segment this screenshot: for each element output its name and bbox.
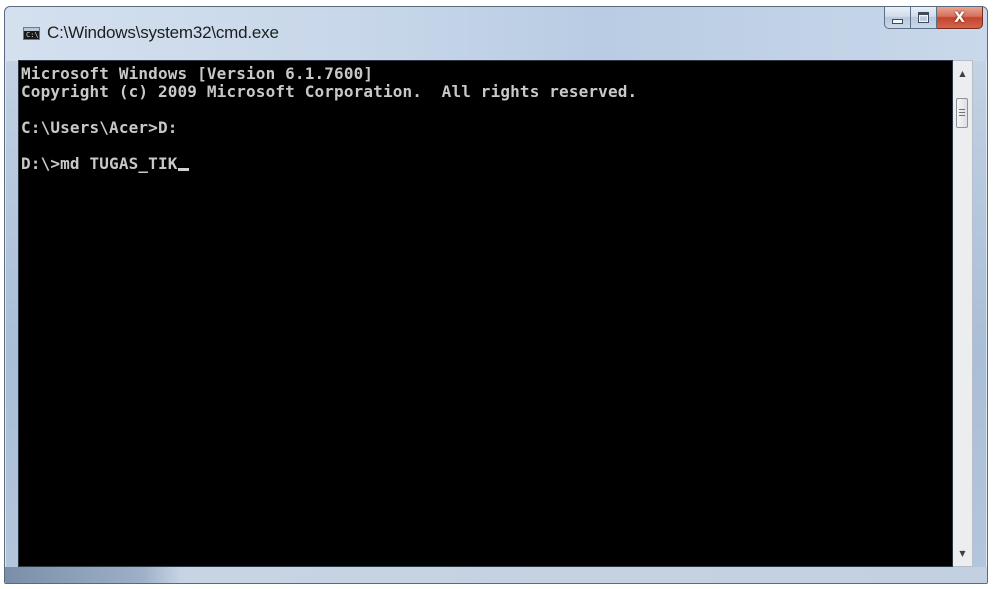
thumb-grip-line	[959, 115, 965, 116]
maximize-button[interactable]	[911, 7, 937, 29]
scroll-thumb[interactable]	[956, 98, 968, 128]
window-title: C:\Windows\system32\cmd.exe	[47, 23, 279, 42]
scroll-down-arrow-icon[interactable]: ▼	[953, 545, 972, 562]
close-button[interactable]: X	[937, 7, 983, 29]
vertical-scrollbar[interactable]: ▲ ▼	[953, 60, 973, 567]
cmd-icon[interactable]: C:\	[23, 27, 40, 40]
window-bottom-frame[interactable]	[5, 567, 987, 583]
close-icon: X	[954, 9, 965, 26]
console-line-prompt-c: C:\Users\Acer>D:	[21, 118, 178, 137]
console-output[interactable]: Microsoft Windows [Version 6.1.7600] Cop…	[18, 60, 953, 567]
text-cursor	[177, 168, 189, 171]
minimize-button[interactable]	[884, 7, 911, 29]
cmd-window: C:\ C:\Windows\system32\cmd.exe X Micros…	[4, 6, 988, 584]
caption-buttons: X	[884, 7, 983, 29]
scroll-up-arrow-icon[interactable]: ▲	[953, 65, 972, 82]
title-bar[interactable]: C:\ C:\Windows\system32\cmd.exe X	[5, 7, 987, 61]
console-line-version: Microsoft Windows [Version 6.1.7600]	[21, 64, 374, 83]
console-line-copyright: Copyright (c) 2009 Microsoft Corporation…	[21, 82, 638, 101]
thumb-grip-line	[959, 109, 965, 110]
maximize-icon	[918, 12, 929, 23]
console-line-current-prompt[interactable]: D:\>md TUGAS_TIK	[21, 155, 952, 173]
minimize-icon	[892, 19, 903, 24]
cmd-icon-label: C:\	[26, 31, 39, 39]
thumb-grip-line	[959, 112, 965, 113]
command-input-text[interactable]: D:\>md TUGAS_TIK	[21, 154, 178, 173]
